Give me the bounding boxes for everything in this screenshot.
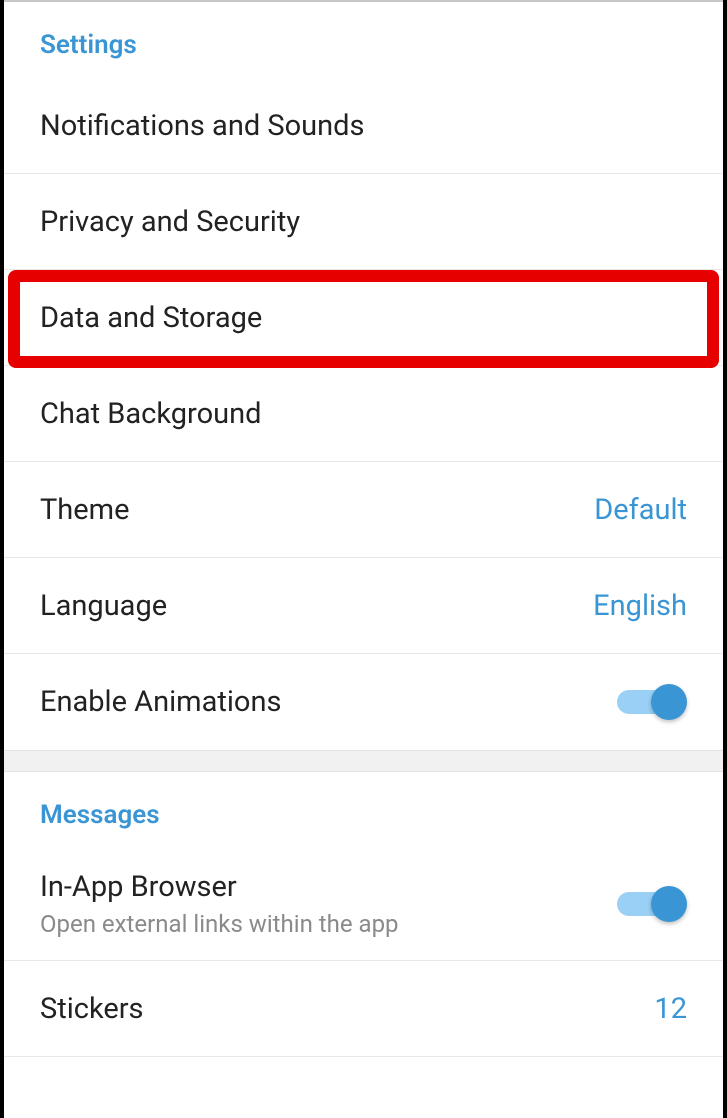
row-label: Language <box>40 589 167 623</box>
section-header-settings: Settings <box>4 2 723 78</box>
row-stickers[interactable]: Stickers 12 <box>4 961 723 1057</box>
row-privacy-security[interactable]: Privacy and Security <box>4 174 723 270</box>
row-label: Privacy and Security <box>40 205 300 239</box>
row-language[interactable]: Language English <box>4 558 723 654</box>
row-chat-background[interactable]: Chat Background <box>4 366 723 462</box>
row-label: Stickers <box>40 992 144 1026</box>
row-notifications-sounds[interactable]: Notifications and Sounds <box>4 78 723 174</box>
row-label: In-App Browser <box>40 870 399 904</box>
toggle-thumb <box>651 886 687 922</box>
row-label: Theme <box>40 493 129 527</box>
section-header-messages: Messages <box>4 772 723 848</box>
row-theme[interactable]: Theme Default <box>4 462 723 558</box>
row-value-language: English <box>593 589 687 623</box>
row-label: Notifications and Sounds <box>40 109 364 143</box>
section-divider <box>4 750 723 772</box>
row-label: Data and Storage <box>40 301 262 335</box>
row-text: In-App Browser Open external links withi… <box>40 870 399 938</box>
row-data-storage[interactable]: Data and Storage <box>4 270 723 366</box>
row-subtitle: Open external links within the app <box>40 910 399 938</box>
toggle-in-app-browser[interactable] <box>617 886 687 922</box>
row-label: Enable Animations <box>40 685 281 719</box>
row-value-stickers: 12 <box>654 992 687 1026</box>
row-value-theme: Default <box>594 493 687 527</box>
toggle-enable-animations[interactable] <box>617 684 687 720</box>
toggle-thumb <box>651 684 687 720</box>
settings-screen: Settings Notifications and Sounds Privac… <box>4 0 723 1118</box>
row-in-app-browser[interactable]: In-App Browser Open external links withi… <box>4 848 723 961</box>
row-label: Chat Background <box>40 397 261 431</box>
row-enable-animations[interactable]: Enable Animations <box>4 654 723 750</box>
